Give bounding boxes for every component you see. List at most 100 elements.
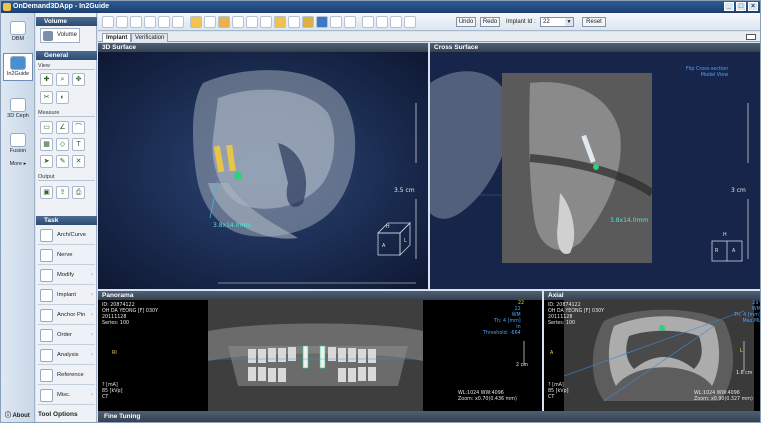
pin-icon[interactable]	[288, 16, 300, 28]
general-header: General	[36, 51, 97, 60]
task-arch-curve[interactable]: Arch/Curve	[38, 226, 95, 245]
app-icon	[3, 3, 11, 11]
volume-icon	[43, 31, 53, 41]
arch-icon[interactable]	[218, 16, 230, 28]
implant-tool-icon[interactable]	[274, 16, 286, 28]
note-icon[interactable]: ✎	[56, 155, 69, 168]
text-icon[interactable]: T	[72, 138, 85, 151]
window-level-info: WL:1024 WW:4096 Zoom: x0.70(0.436 mm)	[458, 391, 517, 402]
modify-icon	[40, 269, 53, 282]
arrow-icon[interactable]: ➤	[40, 155, 53, 168]
tube-icon[interactable]	[362, 16, 374, 28]
nerve-icon	[40, 249, 53, 262]
minimize-button[interactable]: _	[724, 2, 734, 11]
nerve-tool-icon[interactable]	[260, 16, 272, 28]
task-order[interactable]: Order ›	[38, 326, 95, 345]
undo-button[interactable]: Undo	[456, 17, 476, 27]
ruler-icon[interactable]: ▭	[40, 121, 53, 134]
tab-verification[interactable]: Verification	[131, 33, 169, 42]
implant-size-label: 3.8x14.0mm	[610, 217, 649, 224]
window-level-icon[interactable]: ◐	[56, 91, 69, 104]
viewport-3d-surface[interactable]: 3D Surface 3.5 cm 3.8x14.0mm H A L	[98, 43, 428, 289]
pan-icon[interactable]: ✥	[72, 73, 85, 86]
viewport-cross-surface[interactable]: Cross Surface Flip Cross-section Model V…	[430, 43, 760, 289]
reference-icon	[40, 369, 53, 382]
tab-implant[interactable]: Implant	[102, 33, 132, 42]
nav-more[interactable]: More ▸	[3, 161, 33, 171]
panorama-icon[interactable]	[232, 16, 244, 28]
reset-button[interactable]: Reset	[582, 17, 606, 27]
move-icon[interactable]: ✚	[40, 73, 53, 86]
database-icon	[10, 21, 26, 35]
window-level-info: WL:1024 WW:4096 Zoom: x0.90(0.327 mm)	[694, 391, 753, 402]
implant-id-select[interactable]: 22 ▼	[540, 17, 574, 27]
area-icon[interactable]: ▦	[40, 138, 53, 151]
implant-id-label: Implant Id :	[506, 19, 536, 25]
task-analysis[interactable]: Analysis ›	[38, 346, 95, 365]
anchor-pin-icon	[40, 309, 53, 322]
tooth-view-icon-1[interactable]	[102, 16, 114, 28]
task-modify[interactable]: Modify ›	[38, 266, 95, 285]
fine-tuning-bar[interactable]: Fine Tuning	[98, 411, 760, 422]
scan-params: ? [mA] 85 [kVp] CT	[548, 383, 569, 400]
measure-section-label: Measure	[38, 109, 95, 117]
task-anchor-pin[interactable]: Anchor Pin ›	[38, 306, 95, 325]
fusion-icon	[10, 133, 26, 147]
teeth-icon[interactable]	[330, 16, 342, 28]
side-marker-rl: Rl	[112, 351, 117, 356]
tooth-view-icon-2[interactable]	[116, 16, 128, 28]
tooth-view-icon-4[interactable]	[144, 16, 156, 28]
task-reference[interactable]: Reference	[38, 366, 95, 385]
tool-options-label: Tool Options	[38, 411, 78, 418]
chevron-down-icon: ▼	[565, 18, 573, 26]
drill-icon[interactable]	[302, 16, 314, 28]
tooth-view-icon-6[interactable]	[172, 16, 184, 28]
layout-toggle-icon[interactable]	[746, 34, 756, 40]
wrench-icon[interactable]	[190, 16, 202, 28]
side-marker-l: L	[740, 349, 743, 354]
nav-3d-ceph[interactable]: 3D Ceph	[3, 96, 33, 124]
export-icon[interactable]: ⇪	[56, 186, 69, 199]
window-title: OnDemand3DApp - In2Guide	[13, 3, 110, 10]
jaw-icon[interactable]	[204, 16, 216, 28]
crown-icon[interactable]	[344, 16, 356, 28]
maximize-button[interactable]: □	[736, 2, 746, 11]
viewport-panorama[interactable]: Panorama ID: 20874122 OH DA YEONG [F] 03…	[98, 291, 542, 411]
redo-button[interactable]: Redo	[480, 17, 500, 27]
tool-panel: Volume Volume General View ✚ ⌕ ✥ ✂ ◐ Mea…	[36, 13, 97, 422]
left-navigation: DBM In2Guide 3D Ceph Fusion More ▸ ⓘ Abo…	[1, 13, 35, 422]
task-misc[interactable]: Misc. ›	[38, 386, 95, 405]
tooth-view-icon-5[interactable]	[158, 16, 170, 28]
implant-guide-icon	[10, 56, 26, 70]
delete-icon[interactable]: ✕	[72, 155, 85, 168]
viewport-axial[interactable]: Axial ID: 20874122 OH DA YEONG [F] 030Y …	[544, 291, 760, 411]
task-implant[interactable]: Implant ›	[38, 286, 95, 305]
scale-label: 2 cm	[516, 363, 528, 368]
capture-icon[interactable]: ▣	[40, 186, 53, 199]
guide-icon[interactable]	[376, 16, 388, 28]
arch-curve-icon	[40, 229, 53, 242]
tooth-view-icon-3[interactable]	[130, 16, 142, 28]
close-button[interactable]: ×	[748, 2, 758, 11]
slice-icon[interactable]	[246, 16, 258, 28]
view-params: 29° WM Th: 4 [mm] Max.ML	[734, 301, 760, 324]
analysis-icon	[40, 349, 53, 362]
nav-in2guide[interactable]: In2Guide	[3, 53, 33, 81]
task-header: Task	[36, 216, 97, 225]
angle-icon[interactable]: ∠	[56, 121, 69, 134]
arc-icon[interactable]: ⌒	[72, 121, 85, 134]
nav-fusion[interactable]: Fusion	[3, 131, 33, 159]
task-nerve[interactable]: Nerve	[38, 246, 95, 265]
about-link[interactable]: ⓘ About	[5, 410, 30, 419]
scale-label: 3.5 cm	[394, 187, 415, 194]
print-icon[interactable]: ⎙	[72, 186, 85, 199]
zoom-icon[interactable]: ⌕	[56, 73, 69, 86]
volume-button[interactable]: Volume	[40, 28, 80, 43]
eye-icon[interactable]	[316, 16, 328, 28]
tooth-icon[interactable]	[390, 16, 402, 28]
output-section-label: Output	[38, 173, 95, 181]
nav-dbm[interactable]: DBM	[3, 19, 33, 47]
glasses-icon[interactable]	[404, 16, 416, 28]
profile-icon[interactable]: ◇	[56, 138, 69, 151]
scissors-icon[interactable]: ✂	[40, 91, 53, 104]
